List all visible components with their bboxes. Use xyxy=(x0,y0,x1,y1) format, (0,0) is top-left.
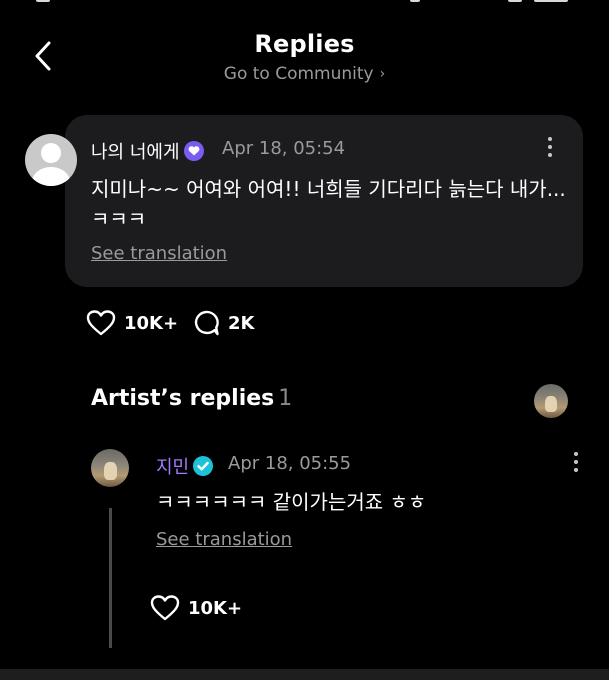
chevron-right-icon: › xyxy=(379,66,386,82)
post-author[interactable]: 나의 너에게 xyxy=(91,138,204,164)
thread-line xyxy=(109,508,112,648)
post-comment-count: 2K xyxy=(228,312,255,334)
post-like-count: 10K+ xyxy=(124,312,179,334)
post-author-avatar[interactable] xyxy=(25,134,77,186)
reply-more-button[interactable] xyxy=(569,452,583,478)
post-see-translation-link[interactable]: See translation xyxy=(91,243,227,264)
artist-replies-count: 1 xyxy=(278,386,293,411)
avatar-head-shape xyxy=(41,143,61,163)
post-text: 지미나~~ 어여와 어여!! 너희들 기다리다 늙는다 내가...ㅋㅋㅋ xyxy=(91,177,566,231)
page-title: Replies xyxy=(254,30,355,58)
post-timestamp: Apr 18, 05:54 xyxy=(222,138,346,159)
reply-author[interactable]: 지민 xyxy=(156,453,214,479)
reply-timestamp: Apr 18, 05:55 xyxy=(228,453,352,474)
heart-icon xyxy=(86,310,116,336)
heart-icon xyxy=(150,595,180,621)
artist-reply: 지민 Apr 18, 05:55 ㅋㅋㅋㅋㅋㅋ 같이가는거죠 ㅎㅎ See tr… xyxy=(0,440,609,660)
avatar-photo-figure xyxy=(104,462,117,480)
avatar-photo-figure xyxy=(545,396,557,412)
reply-author-avatar[interactable] xyxy=(91,449,129,487)
reply-see-translation-link[interactable]: See translation xyxy=(156,529,292,550)
avatar-body-shape xyxy=(32,167,70,186)
post-card: 나의 너에게 Apr 18, 05:54 지미나~~ 어여와 어여!! 너희들 … xyxy=(65,115,583,287)
artist-replies-header: Artist’s replies 1 xyxy=(91,386,292,411)
reply-text: ㅋㅋㅋㅋㅋㅋ 같이가는거죠 ㅎㅎ xyxy=(156,490,427,514)
more-vertical-icon xyxy=(543,137,557,157)
header: Replies Go to Community › xyxy=(0,0,609,100)
reply-author-name: 지민 xyxy=(156,457,190,478)
reply-like-count: 10K+ xyxy=(188,597,243,619)
post-author-name: 나의 너에게 xyxy=(91,142,180,163)
reply-like-button[interactable]: 10K+ xyxy=(150,593,242,623)
verified-badge-icon xyxy=(183,141,204,161)
post-like-button[interactable]: 10K+ xyxy=(86,308,178,338)
post-more-button[interactable] xyxy=(543,137,557,163)
post-comment-button[interactable]: 2K xyxy=(192,308,254,338)
bottom-bar xyxy=(0,669,609,680)
comment-icon xyxy=(194,310,219,336)
artist-replies-label: Artist’s replies xyxy=(91,386,275,411)
artist-avatar-small[interactable] xyxy=(534,384,568,418)
more-vertical-icon xyxy=(569,452,583,472)
go-to-community-link[interactable]: Go to Community › xyxy=(0,64,609,84)
go-to-community-label: Go to Community xyxy=(223,64,374,84)
verified-badge-icon xyxy=(193,456,214,476)
